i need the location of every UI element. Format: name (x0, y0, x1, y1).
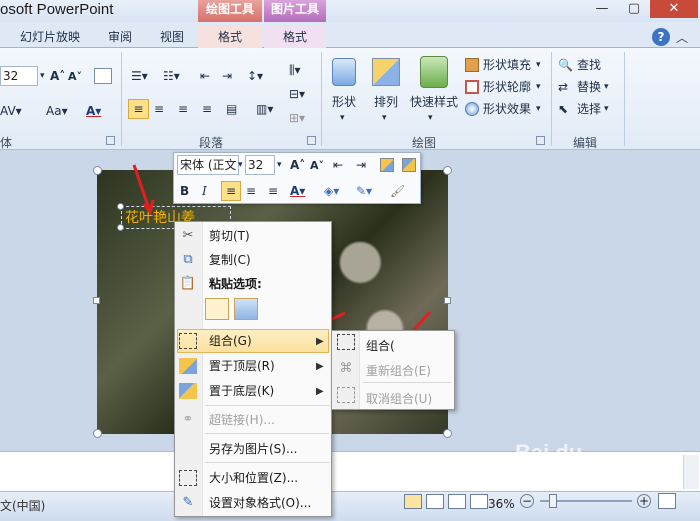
format-object-icon: ✎ (182, 495, 194, 510)
reading-view-icon[interactable] (448, 494, 466, 509)
mini-send-back-icon[interactable] (402, 158, 416, 172)
mini-italic-icon[interactable]: I (202, 181, 207, 201)
copy-icon: ⧉ (183, 252, 193, 267)
mini-shrink-font-icon[interactable]: A˅ (310, 156, 324, 176)
mini-font-name-field[interactable]: 宋体 (正文 (177, 155, 239, 175)
mini-align-right-icon[interactable]: ≡ (268, 181, 278, 201)
mini-fill-color-icon[interactable]: ◈▾ (324, 181, 339, 201)
watermark: Bai du (515, 440, 583, 465)
menu-separator (205, 462, 329, 463)
mini-font-size-field[interactable]: 32 (245, 155, 275, 175)
zoom-level[interactable]: 36% (488, 497, 515, 511)
paste-keep-format-icon[interactable] (205, 298, 229, 320)
mini-format-painter-icon[interactable]: 🖌 (390, 181, 405, 201)
send-to-back-icon (179, 383, 197, 399)
size-position-icon (179, 470, 197, 486)
group-icon (337, 334, 355, 350)
fit-to-window-icon[interactable] (658, 493, 676, 509)
group-icon (179, 333, 197, 349)
arrow-to-textbox (132, 164, 152, 213)
submenu-regroup: 重新组合(E) (366, 364, 431, 378)
scissors-icon: ✂ (182, 228, 194, 243)
menu-item-cut[interactable] (177, 224, 329, 248)
mini-grow-font-icon[interactable]: A˄ (290, 155, 305, 175)
regroup-icon: ⌘ (339, 361, 353, 376)
menu-label-hyperlink: 超链接(H)... (209, 413, 275, 427)
normal-view-icon[interactable] (404, 494, 422, 509)
menu-item-group[interactable] (177, 329, 329, 353)
menu-label-bring-front[interactable]: 置于顶层(R) (209, 354, 275, 378)
annotation-arrows (132, 164, 432, 357)
menu-label-format-object[interactable]: 设置对象格式(O)... (209, 491, 311, 515)
submenu-arrow-icon: ▶ (316, 361, 324, 372)
paste-icon: 📋 (179, 276, 197, 291)
mini-decrease-indent-icon[interactable]: ⇤ (333, 155, 343, 175)
mini-line-color-icon[interactable]: ✎▾ (356, 181, 372, 201)
submenu-ungroup: 取消组合(U) (366, 392, 433, 406)
menu-label-cut[interactable]: 剪切(T) (209, 224, 250, 248)
bring-to-front-icon (179, 358, 197, 374)
slide-sorter-icon[interactable] (426, 494, 444, 509)
zoom-slider-thumb[interactable] (549, 494, 557, 508)
notes-pane[interactable] (0, 451, 700, 491)
submenu-group[interactable]: 组合( (366, 337, 395, 354)
notes-scrollbar[interactable] (683, 455, 699, 489)
menu-label-size-position[interactable]: 大小和位置(Z)... (209, 466, 298, 490)
menu-label-group[interactable]: 组合(G) (209, 329, 252, 353)
menu-label-send-back[interactable]: 置于底层(K) (209, 379, 274, 403)
zoom-in-icon[interactable]: + (637, 494, 651, 508)
menu-label-save-as-picture[interactable]: 另存为图片(S)... (209, 437, 297, 461)
paste-options-label: 粘贴选项: (209, 277, 262, 291)
mini-align-left-icon[interactable]: ≡ (221, 181, 241, 201)
menu-item-copy[interactable] (177, 248, 329, 272)
mini-size-dropdown-icon[interactable]: ▾ (277, 155, 282, 175)
mini-font-dropdown-icon[interactable]: ▾ (238, 155, 243, 175)
submenu-arrow-icon: ▶ (316, 336, 324, 347)
menu-separator (205, 405, 329, 406)
mini-align-center-icon[interactable]: ≡ (246, 181, 256, 201)
submenu-separator (363, 382, 451, 383)
submenu-arrow-icon: ▶ (316, 386, 324, 397)
status-bar (0, 491, 700, 521)
zoom-out-icon[interactable]: − (520, 494, 534, 508)
paste-as-picture-icon[interactable] (234, 298, 258, 320)
menu-separator (205, 433, 329, 434)
hyperlink-icon: ⚭ (182, 412, 194, 427)
menu-label-copy[interactable]: 复制(C) (209, 248, 251, 272)
slideshow-icon[interactable] (470, 494, 488, 509)
ungroup-icon (337, 387, 355, 403)
language-status: 文(中国) (0, 499, 46, 513)
mini-bold-icon[interactable]: B (180, 181, 189, 201)
mini-increase-indent-icon[interactable]: ⇥ (356, 155, 366, 175)
mini-font-color-icon[interactable]: A▾ (290, 181, 305, 201)
mini-bring-front-icon[interactable] (380, 158, 394, 172)
